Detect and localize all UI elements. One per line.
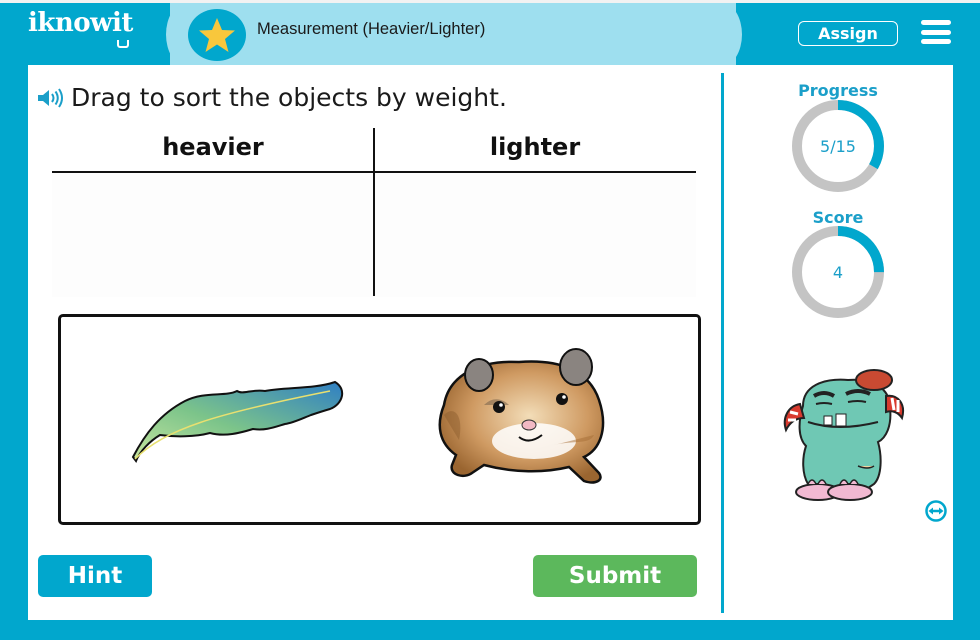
iknowit-logo[interactable]: iknowit [28, 8, 133, 38]
item-tray [58, 314, 701, 525]
lightbulb-icon [117, 40, 129, 48]
hamster-item[interactable] [424, 345, 634, 495]
assign-button[interactable]: Assign [798, 21, 898, 46]
sidebar-divider [721, 73, 724, 613]
drop-zone-heavier[interactable] [52, 174, 372, 296]
monster-mascot [783, 369, 904, 501]
prompt-text: Drag to sort the objects by weight. [71, 83, 507, 112]
menu-bar [921, 29, 951, 35]
expand-arrows-icon[interactable] [924, 500, 948, 522]
lesson-badge [188, 9, 246, 61]
score-ring: 4 [788, 222, 888, 322]
column-header-lighter: lighter [489, 133, 581, 161]
submit-button[interactable]: Submit [533, 555, 697, 597]
progress-value: 5/15 [820, 136, 856, 156]
logo-text: iknowit [28, 8, 133, 38]
progress-ring: 5/15 [788, 96, 888, 196]
menu-bar [921, 20, 951, 25]
sort-table: heavier lighter [52, 128, 696, 298]
speaker-icon[interactable] [37, 87, 65, 108]
hint-button[interactable]: Hint [38, 555, 152, 597]
column-header-heavier: heavier [162, 133, 264, 161]
question-prompt: Drag to sort the objects by weight. [37, 83, 507, 112]
menu-bar [921, 39, 951, 44]
lesson-title: Measurement (Heavier/Lighter) [257, 20, 486, 38]
hamburger-menu-icon[interactable] [921, 20, 951, 44]
drop-zone-lighter[interactable] [375, 174, 696, 296]
feather-item[interactable] [125, 379, 345, 469]
star-icon [199, 18, 235, 52]
score-value: 4 [832, 262, 844, 282]
